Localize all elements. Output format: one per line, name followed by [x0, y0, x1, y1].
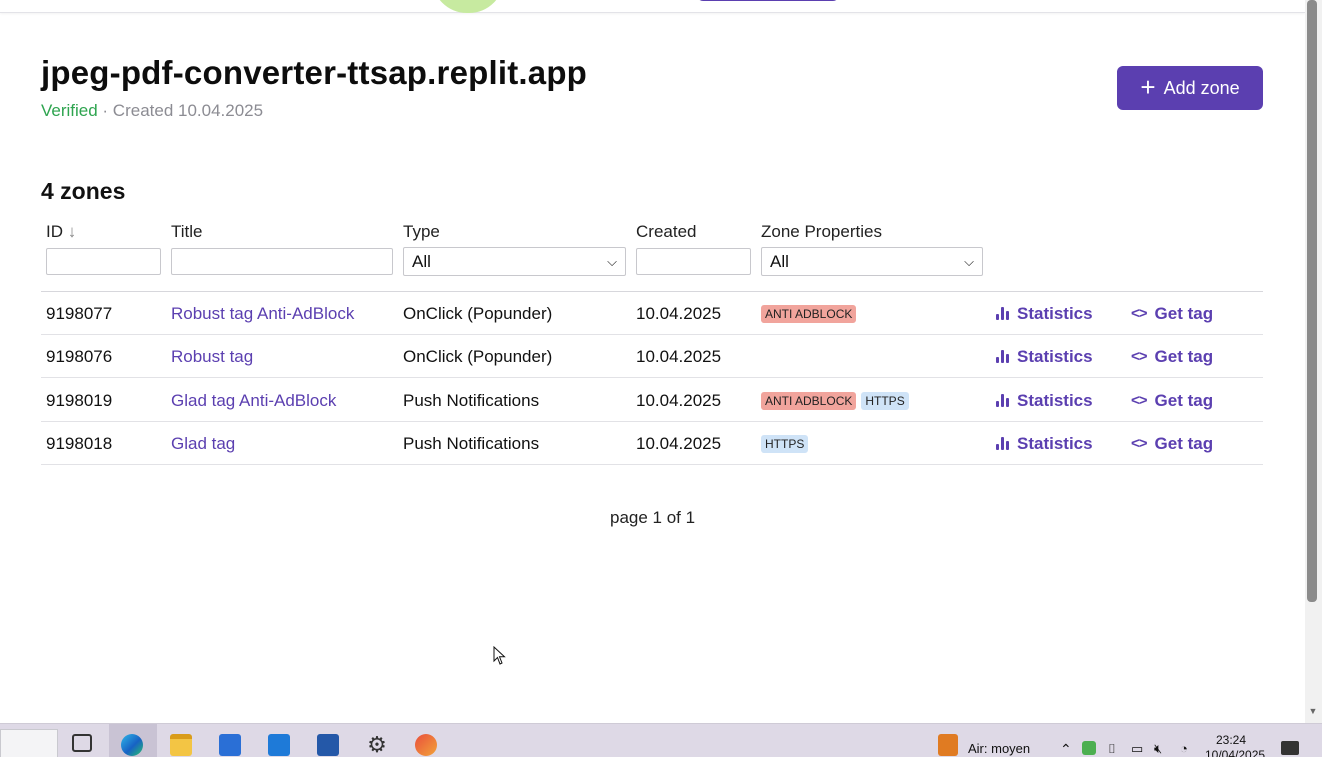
table-row: 9198077 Robust tag Anti-AdBlock OnClick … — [41, 292, 1263, 335]
banner-decoration — [432, 0, 504, 13]
edge-browser-icon[interactable] — [121, 734, 143, 756]
column-header-type: Type — [403, 222, 440, 241]
code-icon: <> — [1131, 392, 1148, 409]
add-zone-button[interactable]: + Add zone — [1117, 66, 1263, 110]
top-banner — [0, 0, 1305, 13]
get-tag-link[interactable]: <> Get tag — [1131, 379, 1213, 422]
zone-type: OnClick (Popunder) — [403, 303, 553, 323]
column-header-created: Created — [636, 222, 697, 241]
anti-adblock-badge: ANTI ADBLOCK — [761, 304, 857, 323]
banner-button[interactable] — [697, 0, 839, 1]
bar-chart-icon — [996, 394, 1009, 407]
bar-chart-icon — [996, 350, 1009, 363]
statistics-link[interactable]: Statistics — [996, 422, 1093, 465]
anti-adblock-badge: ANTI ADBLOCK — [761, 391, 857, 410]
taskbar-clock[interactable]: 23:24 10/04/2025 — [1205, 733, 1266, 757]
zone-created: 10.04.2025 — [636, 346, 722, 366]
add-zone-label: Add zone — [1163, 77, 1240, 98]
column-header-zone-properties: Zone Properties — [761, 222, 882, 241]
mail-icon[interactable] — [268, 734, 290, 756]
taskbar-search-box[interactable] — [0, 729, 58, 757]
column-header-id[interactable]: ID ↓ — [46, 222, 76, 242]
taskbar: ⚙ Air: moyen ⌃ ⌷ ▭ 🔇︎ ◔ 23:24 10/04/2025 — [0, 723, 1322, 757]
get-tag-link[interactable]: <> Get tag — [1131, 292, 1213, 335]
volume-muted-icon[interactable]: 🔇︎ — [1154, 741, 1162, 757]
zone-properties-filter-select[interactable]: All ⌵ — [761, 247, 983, 276]
zone-properties: ANTI ADBLOCK — [761, 292, 857, 335]
mouse-cursor-icon — [493, 646, 506, 665]
wifi-icon[interactable]: ◔ — [1180, 741, 1188, 756]
notifications-icon[interactable] — [1281, 741, 1299, 755]
table-row: 9198019 Glad tag Anti-AdBlock Push Notif… — [41, 379, 1263, 422]
zone-title-link[interactable]: Glad tag — [171, 422, 235, 465]
clock-time: 23:24 — [1215, 733, 1247, 747]
verified-status: Verified — [41, 101, 98, 120]
clock-date: 10/04/2025 — [1205, 748, 1266, 757]
zone-title-link[interactable]: Glad tag Anti-AdBlock — [171, 379, 336, 422]
zone-title-link[interactable]: Robust tag Anti-AdBlock — [171, 292, 354, 335]
zone-type: OnClick (Popunder) — [403, 346, 553, 366]
statistics-link[interactable]: Statistics — [996, 335, 1093, 378]
column-header-title: Title — [171, 222, 203, 241]
site-meta: Verified · Created 10.04.2025 — [41, 101, 263, 121]
browser-viewport: jpeg-pdf-converter-ttsap.replit.app Veri… — [0, 0, 1305, 723]
scroll-down-arrow-icon[interactable]: ▼ — [1306, 706, 1320, 718]
zone-id: 9198018 — [46, 433, 113, 453]
zone-type: Push Notifications — [403, 390, 540, 410]
pagination-text: page 1 of 1 — [610, 508, 696, 527]
zone-properties: ANTI ADBLOCK HTTPS — [761, 379, 909, 422]
id-filter-input[interactable] — [46, 248, 161, 275]
get-tag-link[interactable]: <> Get tag — [1131, 335, 1213, 378]
zones-count: 4 zones — [41, 178, 126, 204]
battery-icon[interactable]: ▭ — [1131, 741, 1143, 757]
type-filter-select[interactable]: All ⌵ — [403, 247, 626, 276]
chevron-down-icon: ⌵ — [607, 253, 617, 269]
created-date: · Created 10.04.2025 — [97, 101, 264, 120]
get-tag-link[interactable]: <> Get tag — [1131, 422, 1213, 465]
weather-text[interactable]: Air: moyen — [968, 741, 1030, 756]
meet-now-icon[interactable]: ⌷ — [1108, 741, 1116, 757]
table-row: 9198018 Glad tag Push Notifications 10.0… — [41, 422, 1263, 465]
zone-id: 9198019 — [46, 390, 113, 410]
zone-type: Push Notifications — [403, 433, 540, 453]
created-filter-input[interactable] — [636, 248, 751, 275]
https-badge: HTTPS — [861, 391, 909, 410]
chevron-down-icon: ⌵ — [964, 253, 974, 269]
page-title: jpeg-pdf-converter-ttsap.replit.app — [41, 54, 588, 91]
title-filter-input[interactable] — [171, 248, 393, 275]
scrollbar-thumb[interactable] — [1307, 0, 1317, 602]
settings-gear-icon[interactable]: ⚙ — [366, 734, 388, 756]
zone-created: 10.04.2025 — [636, 433, 722, 453]
bar-chart-icon — [996, 307, 1009, 320]
news-icon[interactable] — [317, 734, 339, 756]
store-icon[interactable] — [219, 734, 241, 756]
code-icon: <> — [1131, 435, 1148, 452]
zone-created: 10.04.2025 — [636, 390, 722, 410]
sort-arrow-down-icon: ↓ — [67, 222, 77, 241]
table-row: 9198076 Robust tag OnClick (Popunder) 10… — [41, 335, 1263, 378]
code-icon: <> — [1131, 305, 1148, 322]
chevron-up-icon[interactable]: ⌃ — [1060, 741, 1072, 757]
code-icon: <> — [1131, 348, 1148, 365]
tray-app-icon[interactable] — [1082, 741, 1096, 755]
zone-created: 10.04.2025 — [636, 303, 722, 323]
file-explorer-icon[interactable] — [170, 734, 192, 756]
zone-properties: HTTPS — [761, 422, 809, 465]
bar-chart-icon — [996, 437, 1009, 450]
task-view-icon[interactable] — [72, 734, 92, 752]
weather-icon — [938, 734, 958, 756]
statistics-link[interactable]: Statistics — [996, 379, 1093, 422]
statistics-link[interactable]: Statistics — [996, 292, 1093, 335]
zone-id: 9198076 — [46, 346, 113, 366]
zone-id: 9198077 — [46, 303, 113, 323]
ccleaner-icon[interactable] — [415, 734, 437, 756]
https-badge: HTTPS — [761, 434, 809, 453]
zone-title-link[interactable]: Robust tag — [171, 335, 253, 378]
plus-icon: + — [1140, 72, 1156, 102]
